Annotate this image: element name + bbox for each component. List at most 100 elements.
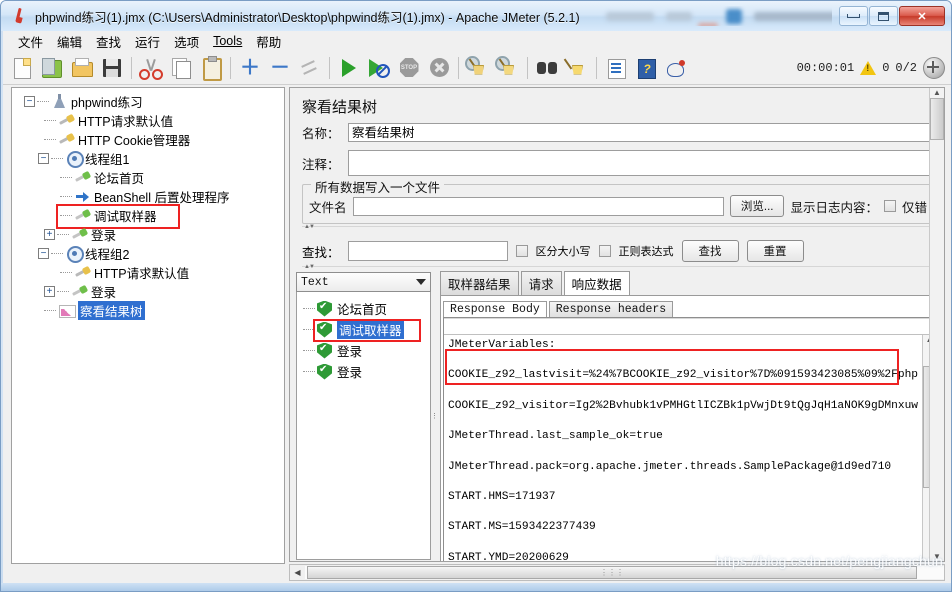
- open-button[interactable]: [67, 53, 97, 83]
- expand-handle[interactable]: +: [44, 286, 55, 297]
- tree-node-thread-group-2[interactable]: − 线程组2: [18, 244, 284, 263]
- find-button[interactable]: 查找: [681, 240, 739, 262]
- tree-node-login-1[interactable]: + 登录: [18, 225, 284, 244]
- panel-vertical-scrollbar[interactable]: ▲ ▼: [929, 88, 944, 561]
- clear-button[interactable]: [463, 53, 493, 83]
- menu-item-options[interactable]: 选项: [167, 30, 206, 53]
- tree-node-cookie-manager[interactable]: HTTP Cookie管理器: [18, 130, 284, 149]
- reset-search-button[interactable]: [562, 53, 592, 83]
- success-shield-icon: [317, 301, 332, 317]
- templates-button[interactable]: [37, 53, 67, 83]
- response-line: START.YMD=20200629: [448, 551, 569, 562]
- subtab-response-headers[interactable]: Response headers: [548, 301, 674, 317]
- scroll-down-icon[interactable]: ▼: [933, 552, 941, 561]
- scroll-left-icon[interactable]: ◀: [290, 568, 305, 577]
- regex-checkbox[interactable]: [598, 245, 611, 257]
- clear-all-button[interactable]: [493, 53, 523, 83]
- list-item[interactable]: 论坛首页: [303, 298, 430, 319]
- response-body-box: JMeterVariables: COOKIE_z92_lastvisit=%2…: [443, 317, 937, 562]
- panel-divider[interactable]: [302, 224, 934, 234]
- tree-node-http-defaults-1[interactable]: HTTP请求默认值: [18, 111, 284, 130]
- vertical-splitter[interactable]: ⋮: [431, 272, 438, 560]
- collapse-all-button[interactable]: －: [265, 53, 295, 83]
- list-item[interactable]: 登录: [303, 340, 430, 361]
- floppy-save-icon: [100, 56, 124, 80]
- warning-icon[interactable]: [860, 60, 877, 75]
- elapsed-time: 00:00:01: [796, 60, 855, 75]
- toggle-button[interactable]: [295, 53, 325, 83]
- expand-handle[interactable]: +: [44, 229, 55, 240]
- menu-item-run[interactable]: 运行: [128, 30, 167, 53]
- menu-item-help[interactable]: 帮助: [249, 30, 288, 53]
- expand-handle[interactable]: −: [24, 96, 35, 107]
- subtab-response-body[interactable]: Response Body: [443, 301, 547, 317]
- case-sensitive-checkbox[interactable]: [515, 245, 528, 257]
- tree-node-label: HTTP Cookie管理器: [78, 134, 191, 148]
- tab-request[interactable]: 请求: [520, 271, 562, 295]
- render-combo[interactable]: Text: [296, 272, 432, 292]
- tree-node-forum-home[interactable]: 论坛首页: [18, 168, 284, 187]
- menu-item-search[interactable]: 查找: [89, 30, 128, 53]
- navigation-icon[interactable]: [923, 56, 945, 79]
- case-sensitive-label: 区分大小写: [535, 246, 591, 258]
- function-helper-button[interactable]: [601, 53, 631, 83]
- tree-node-beanshell-postprocessor[interactable]: BeanShell 后置处理程序: [18, 187, 284, 206]
- expand-all-button[interactable]: ＋: [235, 53, 265, 83]
- response-body-text[interactable]: JMeterVariables: COOKIE_z92_lastvisit=%2…: [444, 335, 922, 562]
- cut-button[interactable]: [136, 53, 166, 83]
- name-row: 名称： 察看结果树: [290, 121, 944, 144]
- tree-horizontal-scrollbar[interactable]: [11, 564, 283, 579]
- menu-item-tools[interactable]: Tools: [206, 32, 249, 50]
- expand-handle[interactable]: −: [38, 153, 49, 164]
- shutdown-button[interactable]: [424, 53, 454, 83]
- menu-item-file[interactable]: 文件: [11, 30, 50, 53]
- play-no-pause-icon: [367, 56, 391, 80]
- paste-button[interactable]: [196, 53, 226, 83]
- list-item[interactable]: 登录: [303, 361, 430, 382]
- close-button[interactable]: ✕: [899, 6, 945, 26]
- name-input[interactable]: 察看结果树: [348, 123, 934, 142]
- write-all-data-title: 所有数据写入一个文件: [311, 177, 445, 196]
- filename-input[interactable]: [352, 196, 724, 216]
- tree-node-label: 论坛首页: [94, 172, 145, 186]
- start-button[interactable]: [334, 53, 364, 83]
- filename-label: 文件名: [309, 200, 347, 215]
- save-button[interactable]: [97, 53, 127, 83]
- menu-item-edit[interactable]: 编辑: [50, 30, 89, 53]
- tree-node-http-defaults-2[interactable]: HTTP请求默认值: [18, 263, 284, 282]
- new-test-plan-button[interactable]: [7, 53, 37, 83]
- comment-row: 注释：: [290, 144, 944, 178]
- scroll-track[interactable]: ⋮⋮⋮: [305, 566, 944, 579]
- tree-node-thread-group-1[interactable]: − 线程组1: [18, 149, 284, 168]
- browse-button[interactable]: 浏览...: [729, 195, 785, 217]
- start-no-pauses-button[interactable]: [364, 53, 394, 83]
- copy-button[interactable]: [166, 53, 196, 83]
- minimize-button[interactable]: [839, 6, 868, 26]
- tab-response-data[interactable]: 响应数据: [563, 271, 630, 295]
- undo-redo-button[interactable]: [661, 53, 691, 83]
- stop-button[interactable]: STOP: [394, 53, 424, 83]
- response-find-field[interactable]: [444, 318, 936, 335]
- thread-group-icon: [65, 150, 84, 168]
- maximize-button[interactable]: [869, 6, 898, 26]
- help-button[interactable]: ?: [631, 53, 661, 83]
- errors-only-checkbox[interactable]: [883, 200, 896, 212]
- reset-button[interactable]: 重置: [746, 240, 804, 262]
- expand-handle[interactable]: −: [38, 248, 49, 259]
- tree-node-test-plan[interactable]: − phpwind练习: [18, 92, 284, 111]
- panel-horizontal-scrollbar[interactable]: ◀ ⋮⋮⋮: [289, 564, 945, 581]
- tree-node-view-results-tree[interactable]: 察看结果树: [18, 301, 284, 320]
- tree-node-label: 线程组2: [85, 248, 130, 262]
- search-button[interactable]: [532, 53, 562, 83]
- response-line: JMeterThread.last_sample_ok=true: [448, 430, 663, 443]
- tree-node-debug-sampler[interactable]: 调试取样器: [18, 204, 284, 229]
- scroll-thumb[interactable]: ⋮⋮⋮: [307, 566, 917, 579]
- tab-sampler-result[interactable]: 取样器结果: [440, 271, 519, 295]
- list-item[interactable]: 调试取样器: [303, 319, 430, 342]
- response-line: JMeterThread.pack=org.apache.jmeter.thre…: [448, 460, 892, 473]
- tree-node-login-2[interactable]: + 登录: [18, 282, 284, 301]
- search-input[interactable]: [347, 241, 508, 261]
- comment-input[interactable]: [348, 150, 934, 176]
- scroll-up-icon[interactable]: ▲: [933, 88, 941, 97]
- scroll-thumb[interactable]: [930, 98, 944, 140]
